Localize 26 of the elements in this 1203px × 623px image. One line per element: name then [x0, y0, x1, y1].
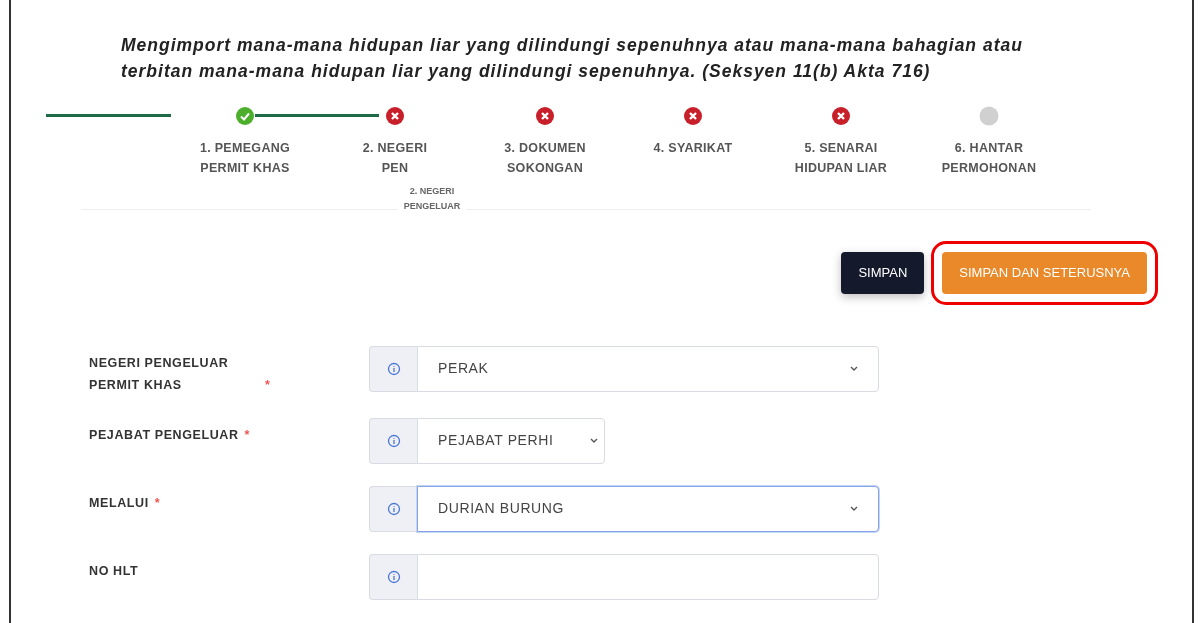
info-icon[interactable]	[369, 417, 417, 464]
required-mark: *	[244, 427, 251, 442]
select-field[interactable]: DURIAN BURUNG	[417, 485, 879, 532]
save-button[interactable]: SIMPAN	[841, 252, 925, 294]
field-label: MELALUI	[89, 495, 149, 510]
required-mark: *	[265, 376, 271, 394]
required-mark: *	[154, 495, 161, 510]
info-icon[interactable]	[369, 345, 417, 392]
step-label[interactable]: 6. HANTAR PERMOHONAN	[941, 138, 1037, 178]
chevron-icon	[850, 505, 858, 512]
chevron-icon	[590, 437, 598, 444]
select-field[interactable]: PERAK	[417, 345, 879, 392]
step-label[interactable]: 2. NEGERI PEN	[362, 138, 428, 178]
info-icon[interactable]	[369, 485, 417, 532]
step-label[interactable]: 3. DOKUMEN SOKONGAN	[504, 138, 586, 178]
field-label: PEJABAT PENGELUAR	[89, 427, 239, 442]
field-label: NO HLT	[89, 563, 139, 578]
select-field[interactable]: PEJABAT PERHI	[417, 417, 605, 464]
field-label: NEGERI PENGELUAR PERMIT KHAS	[89, 354, 230, 394]
info-icon[interactable]	[369, 553, 417, 600]
step-label[interactable]: 5. SENARAI HIDUPAN LIAR	[794, 138, 888, 178]
step-label[interactable]: 1. PEMEGANG PERMIT KHAS	[199, 138, 291, 178]
heading: Mengimport mana-mana hidupan liar yang dilindungi sepenuhnya atau mana-mana bahagian atau terbitan mana-mana hidupan liar yang dilindungi sepenuhnya. (Seksyen 11(b) Akta 716)	[120, 34, 1024, 83]
input-field[interactable]	[417, 553, 879, 600]
chevron-icon	[850, 365, 858, 372]
step-label[interactable]: 4. SYARIKAT	[653, 138, 733, 158]
